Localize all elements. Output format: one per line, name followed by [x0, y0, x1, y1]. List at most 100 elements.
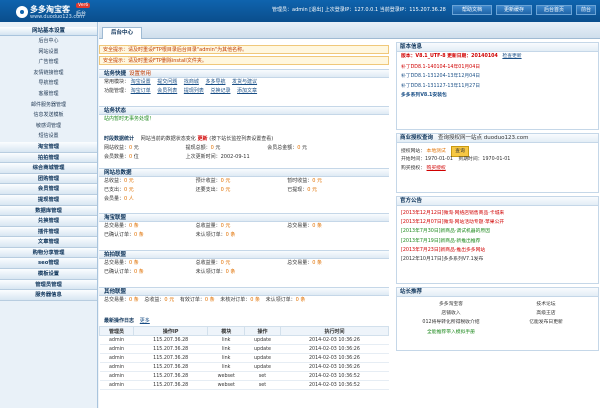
logo[interactable]: 多多淘宝客 Ver6 后台 www.duoduo123.com [8, 2, 98, 20]
sidebar: 网站基本设置 后台中心 网站设置 广告管理 友情链接管理 导航管理 客服管理 邮… [0, 22, 98, 408]
shortcut-exchange-records[interactable]: 兑换记录 [210, 87, 230, 96]
sidebar-item-sensitive-words[interactable]: 敏感词管理 [0, 121, 97, 132]
announcement-item[interactable]: [2013年7月30日]新商品·调试机器的原因 [397, 227, 598, 236]
shortcut-add-article[interactable]: 添加文章 [237, 87, 257, 96]
sidebar-group-server[interactable]: 服务器信息 [0, 290, 97, 301]
sidebar-item-sms[interactable]: 短信设置 [0, 131, 97, 142]
sidebar-item-admin-center[interactable]: 后台中心 [0, 36, 97, 47]
install-package-link[interactable]: 多多系列V8.1安装包 [397, 91, 598, 100]
sidebar-group-share[interactable]: 购物分享管理 [0, 247, 97, 259]
shortcut-submit-question[interactable]: 提交问题 [157, 78, 177, 87]
time-stats-update-link[interactable]: 更新 [198, 135, 208, 144]
recommend-link[interactable]: 高级王店 [501, 309, 591, 318]
cell-module: webset [207, 371, 245, 381]
shortcut-member-list[interactable]: 会员列表 [157, 87, 177, 96]
shortcut-taobao-orders[interactable]: 淘宝订单 [131, 87, 151, 96]
sidebar-group-articles[interactable]: 文章管理 [0, 237, 97, 248]
recommend-row: 多多淘宝客 技术论坛 [397, 300, 598, 309]
shortcut-duoduo-nav[interactable]: 多多导航 [205, 78, 225, 87]
sidebar-item-nav[interactable]: 导航管理 [0, 78, 97, 89]
sidebar-groups: 淘宝管理 拍拍管理 综合商城管理 团购管理 会员管理 提现管理 数据库管理 兑换… [0, 141, 97, 301]
recommend-row: 店铺收入 高级王店 [397, 309, 598, 318]
patch-line[interactable]: 补丁DD8.1-131204-13年12月04日 [397, 72, 598, 81]
time-stats-note: (按下站长监控列表设置查看) [209, 136, 274, 142]
sidebar-group-mall[interactable]: 综合商城管理 [0, 163, 97, 174]
sidebar-group-seo[interactable]: seo管理 [0, 258, 97, 270]
log-more-link[interactable]: 更多 [140, 317, 150, 326]
recommend-title: 站长推荐 [397, 288, 598, 297]
auth-panel-header: 商业授权查询 查询授权网一站点 duoduo123.com [397, 134, 598, 143]
sidebar-group-groupbuy[interactable]: 团购管理 [0, 173, 97, 185]
announcement-item[interactable]: [2012年10月17日]多多系列V7.1发布 [397, 255, 598, 264]
common-modules-label: 常用模块： [104, 79, 130, 85]
sidebar-group-taobao[interactable]: 淘宝管理 [0, 141, 97, 153]
recommend-link[interactable]: 012将导转化所得税收介绍 [401, 318, 501, 327]
frontend-button[interactable]: 前台 [576, 5, 596, 15]
recommend-link[interactable]: 多多淘宝客 [401, 300, 501, 309]
site-totals-row-2: 已支出：0 元 还要支出：0 元 已提现：0 元 [99, 186, 389, 195]
auth-buy-label: 购买授权： [401, 166, 425, 172]
tab-admin-center[interactable]: 后台中心 [102, 27, 142, 39]
taobao-trade-total: 总交易量：0 条 [287, 223, 322, 229]
status-block: 站务状态 站内暂时无事务处理！ [99, 106, 389, 124]
patch-line[interactable]: 补丁DD8.1-140104-14年01月04日 [397, 63, 598, 72]
version-badge: Ver6 [76, 3, 91, 8]
recommend-panel: 站长推荐 多多淘宝客 技术论坛 店铺收入 高级王店 012将导转化所得税收介绍 亿能发… [396, 287, 599, 351]
sidebar-item-site-settings[interactable]: 网站设置 [0, 47, 97, 58]
sidebar-group-members[interactable]: 会员管理 [0, 184, 97, 195]
sidebar-item-service[interactable]: 客服管理 [0, 89, 97, 100]
shortcut-withdraw-list[interactable]: 提现列表 [184, 87, 204, 96]
table-row: admin 115.207.36.28 link update 2014-02-03 1… [99, 335, 389, 345]
col-action: 操作 [244, 326, 281, 336]
recommend-link[interactable]: 全能推荐带入模拟手册 [401, 328, 501, 337]
shortcut-find-mall[interactable]: 找商城 [184, 78, 199, 87]
announcement-item[interactable]: [2013年7月23日]新商品·推出多多网站 [397, 246, 598, 255]
paid-out: 已支出：0 元 [104, 187, 134, 193]
table-row: admin 115.207.36.28 link update 2014-02-03 1… [99, 353, 389, 363]
cell-module: webset [207, 380, 245, 390]
paipai-union-header: 拍拍联盟 [99, 250, 389, 259]
shortcuts-settings-link[interactable]: 设置常用 [129, 71, 151, 77]
site-totals-header: 网站总数据 [99, 168, 389, 177]
auth-buy-row: 购买授权： 购买授权 [397, 164, 598, 173]
sidebar-group-templates[interactable]: 模板设置 [0, 269, 97, 280]
other-valid-orders: 有效订单：0 条 [179, 297, 215, 303]
sidebar-item-msg-template[interactable]: 信息发送模板 [0, 110, 97, 121]
table-row: admin 115.207.36.28 webset set 2014-02-03 10… [99, 380, 389, 390]
admin-home-button[interactable]: 后台首页 [536, 5, 572, 15]
sidebar-group-database[interactable]: 数据库管理 [0, 205, 97, 217]
shortcuts-title: 站务快捷 [104, 71, 127, 77]
buy-license-link[interactable]: 购买授权 [427, 166, 446, 171]
logout-link[interactable]: [退出] [309, 7, 323, 13]
other-union-row: 总交易量：0 条 总收益：0 元 有效订单：0 条 未核对订单：0 条 未认领订… [99, 296, 389, 305]
sidebar-item-links[interactable]: 友情链接管理 [0, 68, 97, 79]
recommend-link[interactable]: 技术论坛 [501, 300, 591, 309]
sidebar-item-ads[interactable]: 广告管理 [0, 57, 97, 68]
auth-dates-row: 开始时间：1970-01-01 到期时间：1970-01-01 [397, 155, 598, 164]
shortcut-suggestion[interactable]: 发货与建议 [232, 78, 257, 87]
time-stats-row-2: 会员数量：0 位 上次更新时间：2002-09-11 [99, 153, 389, 162]
help-docs-button[interactable]: 帮助文档 [452, 5, 492, 15]
auth-start-label: 开始时间： [401, 157, 425, 163]
cell-action: set [244, 371, 281, 381]
announcement-item[interactable]: [2013年7月19日]新商品·新推出推荐 [397, 237, 598, 246]
check-update-link[interactable]: 检查更新 [502, 54, 521, 59]
shortcut-taobao-settings[interactable]: 淘宝设置 [131, 78, 151, 87]
sidebar-group-plugins[interactable]: 插件管理 [0, 226, 97, 238]
cell-ip: 115.207.36.28 [133, 380, 208, 390]
update-cache-button[interactable]: 更新缓存 [496, 5, 532, 15]
recommend-link[interactable]: 店铺收入 [401, 309, 501, 318]
recommend-link[interactable]: 亿能发布日更新 [501, 318, 591, 327]
sidebar-item-mail-server[interactable]: 邮件服务器管理 [0, 100, 97, 111]
top-bar: 多多淘宝客 Ver6 后台 www.duoduo123.com 管理员：admi… [0, 0, 600, 22]
sidebar-section-title[interactable]: 网站基本设置 [0, 27, 97, 36]
announcement-item[interactable]: [2013年12月07日]微淘·网站活动专题·苹果公开 [397, 218, 598, 227]
sidebar-group-withdraw[interactable]: 提现管理 [0, 194, 97, 206]
sidebar-group-admins[interactable]: 管理员管理 [0, 279, 97, 291]
sidebar-group-paipai[interactable]: 拍拍管理 [0, 152, 97, 164]
cell-action: update [244, 344, 281, 354]
patch-line[interactable]: 补丁DD8.1-131127-13年11月27日 [397, 82, 598, 91]
admin-name: admin [292, 7, 308, 13]
sidebar-group-exchange[interactable]: 兑换管理 [0, 216, 97, 227]
announcement-item[interactable]: [2013年12月12日]微淘·网络店销售商品·卡城来 [397, 209, 598, 218]
